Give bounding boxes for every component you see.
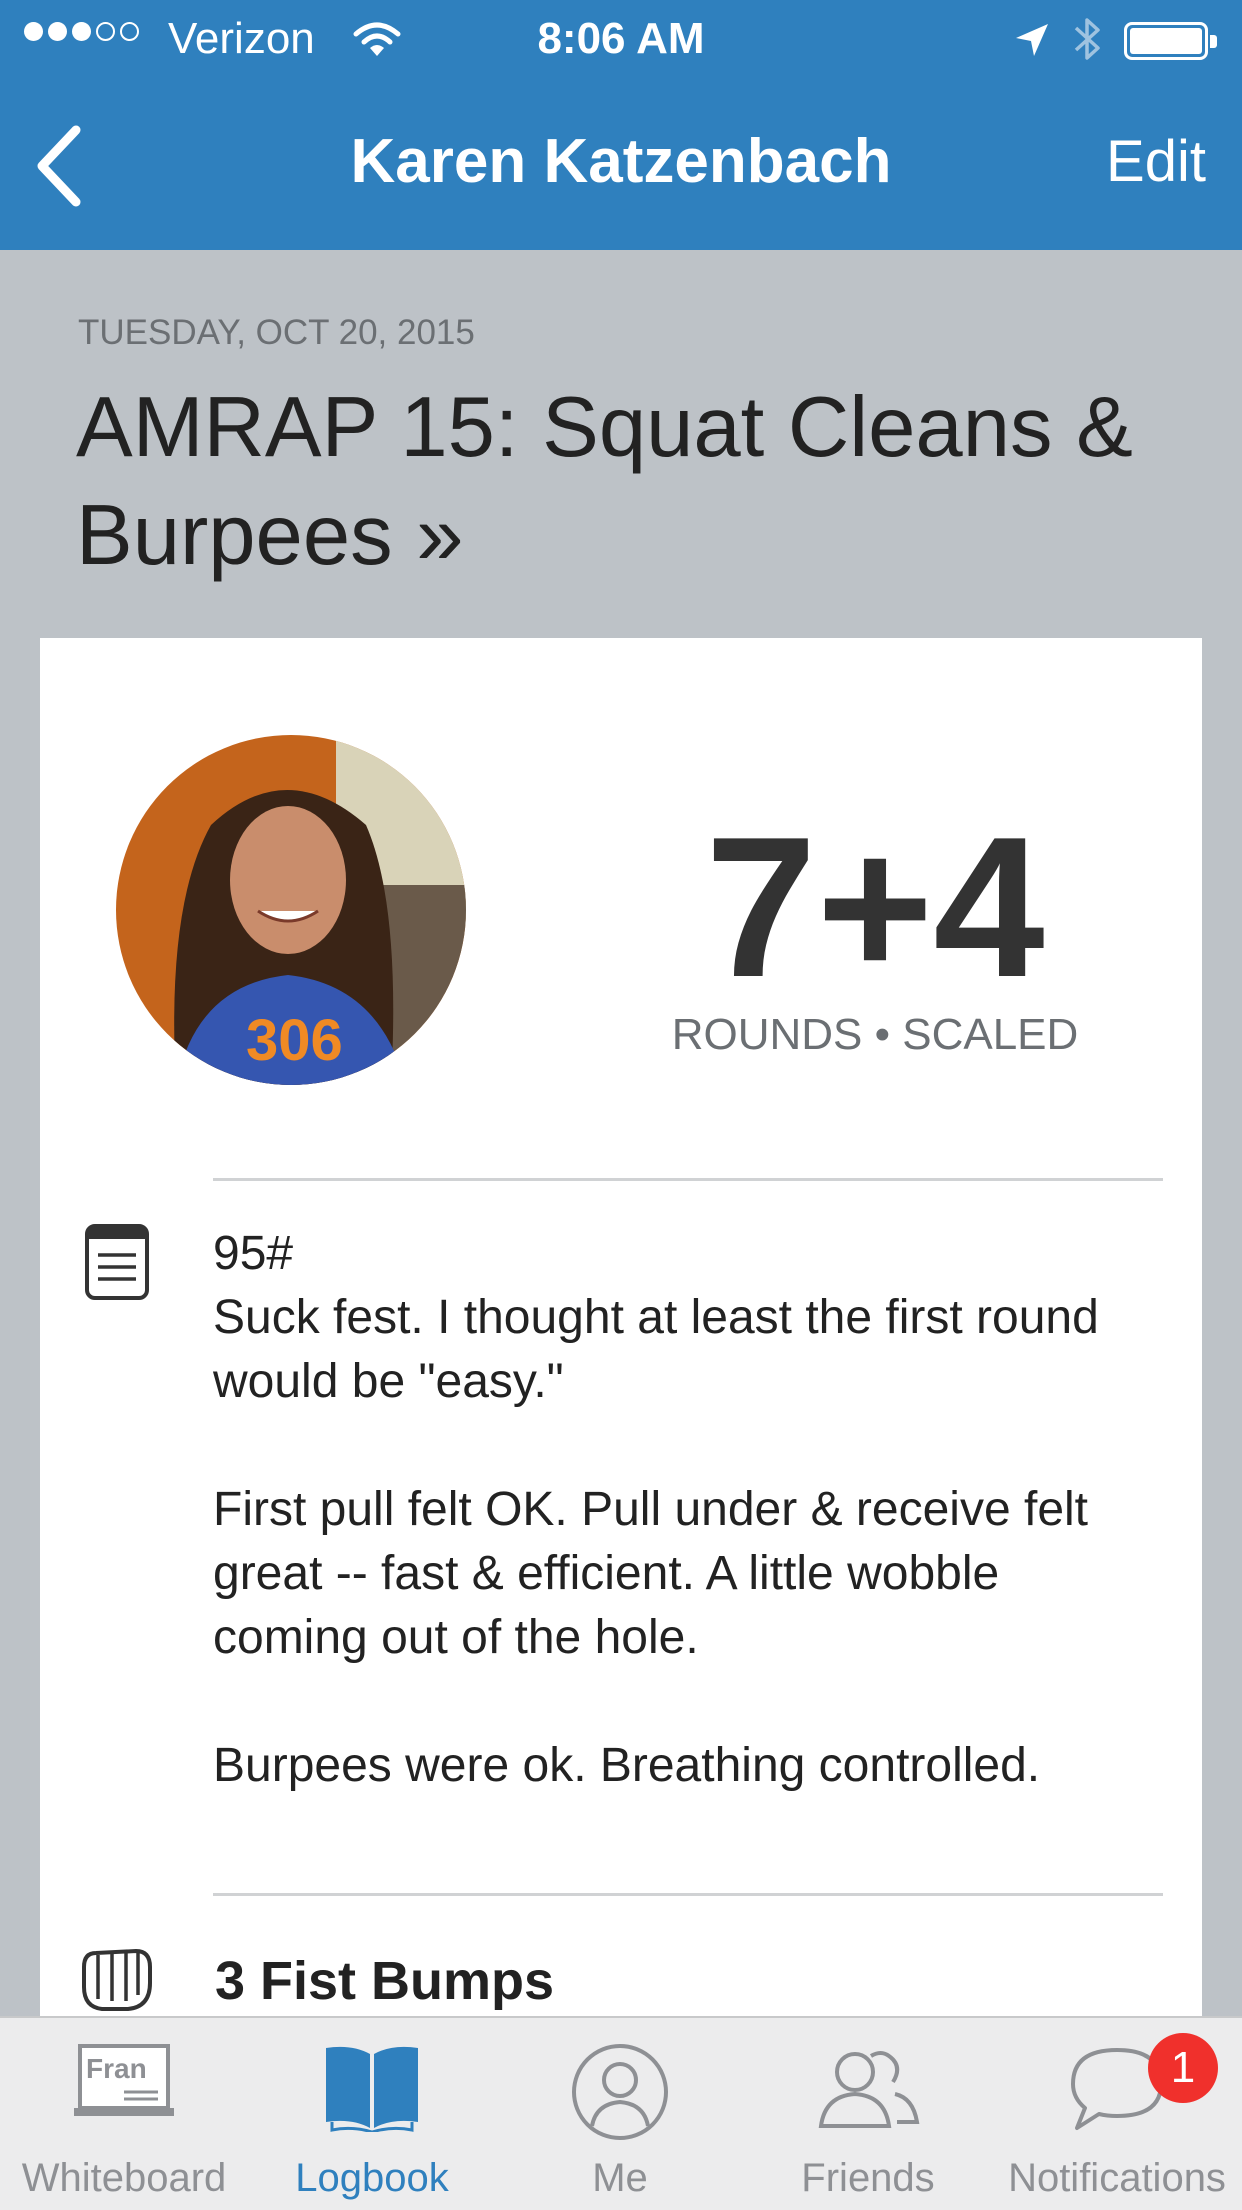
friends-icon <box>818 2051 920 2128</box>
edit-button[interactable]: Edit <box>1106 128 1206 195</box>
book-icon <box>326 2046 418 2132</box>
tab-bar: Fran Whiteboard Logbook Me Friends Notif… <box>0 2016 1242 2210</box>
status-time: 8:06 AM <box>537 14 705 63</box>
svg-text:306: 306 <box>246 1008 343 1073</box>
tab-label: Notifications <box>1008 2156 1226 2200</box>
notifications-badge: 1 <box>1148 2033 1218 2103</box>
score-value: 7+4 <box>705 796 1045 1019</box>
status-bar: Verizon 8:06 AM <box>0 0 1242 80</box>
tab-label: Whiteboard <box>21 2156 227 2200</box>
tab-label: Friends <box>801 2156 935 2200</box>
tab-friends[interactable]: Friends <box>744 2018 992 2210</box>
location-arrow-icon <box>1016 24 1048 56</box>
person-icon <box>572 2044 668 2140</box>
whiteboard-icon: Fran <box>74 2044 174 2116</box>
workout-title-link[interactable]: AMRAP 15: Squat Cleans & Burpees » <box>76 374 1196 590</box>
result-card: 306 7+4 ROUNDS • SCALED 95# Suck fest. I… <box>40 638 1202 2018</box>
tab-label: Logbook <box>295 2156 449 2200</box>
bluetooth-icon <box>1074 18 1100 60</box>
whiteboard-icon-text: Fran <box>86 2053 147 2084</box>
score-type: ROUNDS • SCALED <box>671 1010 1079 1059</box>
battery-level <box>1130 28 1202 54</box>
result-notes: 95# Suck fest. I thought at least the fi… <box>213 1227 1099 1792</box>
avatar[interactable]: 306 <box>116 735 466 1085</box>
tab-logbook[interactable]: Logbook <box>248 2018 496 2210</box>
tab-label: Me <box>592 2156 648 2200</box>
page-title: Karen Katzenbach <box>350 127 892 196</box>
fist-bump-icon[interactable] <box>76 1943 156 2015</box>
notes-icon <box>85 1224 149 1300</box>
tab-me[interactable]: Me <box>496 2018 744 2210</box>
fist-bumps-count[interactable]: 3 Fist Bumps <box>215 1950 554 2012</box>
divider <box>213 1893 1163 1896</box>
workout-date: TUESDAY, OCT 20, 2015 <box>78 313 475 352</box>
navigation-bar: Verizon 8:06 AM Karen Katzenbach Edit <box>0 0 1242 250</box>
tab-whiteboard[interactable]: Fran Whiteboard <box>0 2018 248 2210</box>
divider <box>213 1178 1163 1181</box>
battery-icon <box>1124 22 1217 60</box>
